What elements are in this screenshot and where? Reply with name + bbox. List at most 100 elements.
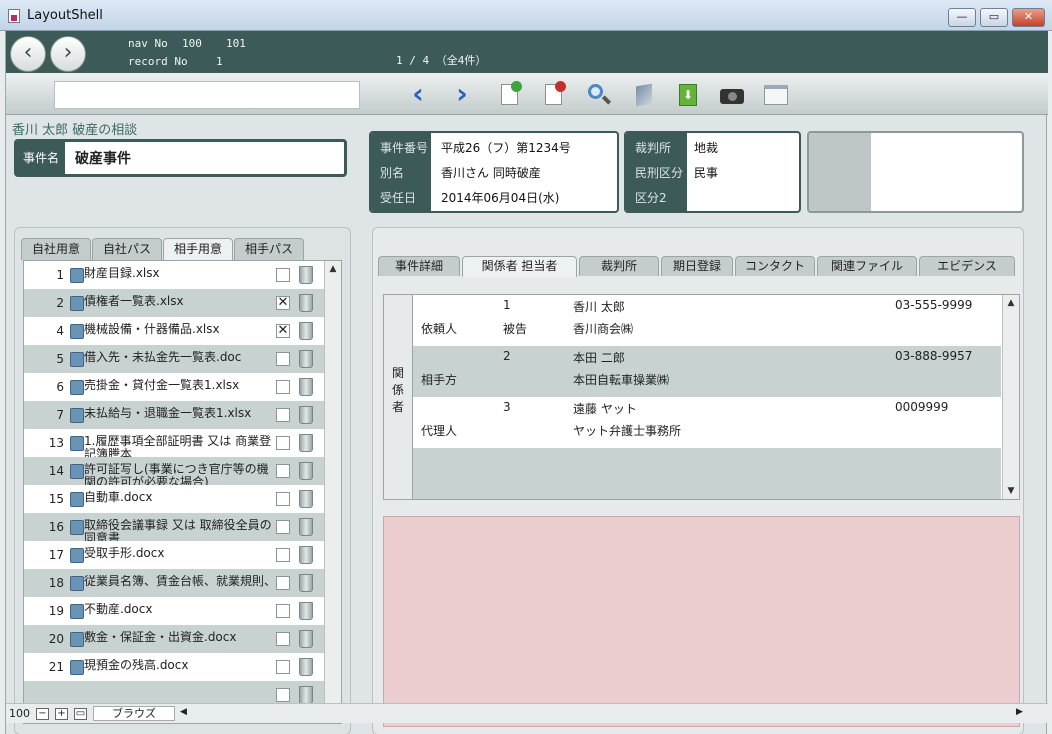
party-name[interactable]: 本田 二郎 (573, 349, 625, 366)
zoom-out-icon[interactable]: − (36, 708, 49, 720)
case-number-value[interactable]: 平成26（フ）第1234号 (441, 139, 571, 156)
export-button[interactable]: ⬇ (674, 81, 702, 109)
close-button[interactable]: ✕ (1012, 8, 1045, 27)
file-row[interactable]: 2 債権者一覧表.xlsx ✕ (24, 289, 324, 317)
case-name-field[interactable]: 事件名 破産事件 (14, 139, 347, 177)
party-organization[interactable]: ヤット弁護士事務所 (573, 422, 681, 439)
file-checkbox[interactable] (276, 352, 290, 366)
file-checkbox[interactable] (276, 464, 290, 478)
trash-icon[interactable] (299, 294, 313, 312)
file-name[interactable]: 不動産.docx (84, 603, 280, 625)
trash-icon[interactable] (299, 434, 313, 452)
file-checkbox[interactable] (276, 548, 290, 562)
mode-indicator[interactable]: ブラウズ (93, 706, 175, 721)
scroll-right-icon[interactable]: ▶ (1016, 707, 1023, 717)
tab-opponent-path[interactable]: 相手パス (234, 238, 304, 260)
maximize-button[interactable]: ▭ (980, 8, 1008, 27)
next-record-button[interactable]: › (448, 80, 476, 109)
file-checkbox[interactable]: ✕ (276, 296, 290, 310)
file-checkbox[interactable] (276, 632, 290, 646)
civil-criminal-value[interactable]: 民事 (694, 164, 718, 181)
trash-icon[interactable] (299, 406, 313, 424)
party-organization[interactable]: 香川商会㈱ (573, 320, 633, 337)
scroll-up-icon[interactable]: ▲ (1003, 295, 1019, 311)
party-organization[interactable]: 本田自転車操業㈱ (573, 371, 669, 388)
trash-icon[interactable] (299, 658, 313, 676)
file-name[interactable]: 未払給与・退職金一覧表1.xlsx (84, 407, 280, 429)
scroll-left-icon[interactable]: ◀ (180, 707, 187, 717)
accepted-date-value[interactable]: 2014年06月04日(水) (441, 189, 559, 206)
file-checkbox[interactable] (276, 268, 290, 282)
party-row[interactable]: 代理人 3 遠藤 ヤット ヤット弁護士事務所 0009999 (413, 397, 1001, 448)
file-name[interactable]: 機械設備・什器備品.xlsx (84, 323, 280, 345)
file-checkbox[interactable] (276, 604, 290, 618)
find-button[interactable] (584, 81, 612, 109)
file-row[interactable]: 15 自動車.docx (24, 485, 324, 513)
trash-icon[interactable] (299, 518, 313, 536)
prev-record-button[interactable]: ‹ (404, 80, 432, 109)
file-checkbox[interactable] (276, 688, 290, 702)
tab-case-details[interactable]: 事件詳細 (378, 256, 460, 276)
new-record-button[interactable] (496, 81, 524, 109)
file-name[interactable]: 受取手形.docx (84, 547, 280, 569)
trash-icon[interactable] (299, 630, 313, 648)
trash-icon[interactable] (299, 462, 313, 480)
quick-find-field[interactable] (54, 81, 360, 109)
tab-evidence[interactable]: エビデンス (919, 256, 1015, 276)
file-checkbox[interactable] (276, 408, 290, 422)
file-name[interactable]: 取締役会議事録 又は 取締役全員の同意書 (84, 519, 280, 541)
photo-box[interactable] (807, 131, 1024, 213)
file-row[interactable]: 19 不動産.docx (24, 597, 324, 625)
file-name[interactable]: 財産目録.xlsx (84, 267, 280, 289)
trash-icon[interactable] (299, 602, 313, 620)
tab-parties-staff[interactable]: 関係者 担当者 (462, 256, 577, 277)
trash-icon[interactable] (299, 350, 313, 368)
file-row[interactable]: 4 機械設備・什器備品.xlsx ✕ (24, 317, 324, 345)
file-name[interactable]: 債権者一覧表.xlsx (84, 295, 280, 317)
camera-button[interactable] (718, 81, 746, 109)
minimize-button[interactable]: — (948, 8, 976, 27)
scroll-up-icon[interactable]: ▲ (325, 261, 341, 277)
toggle-toolbar-icon[interactable]: ▭ (74, 708, 87, 720)
delete-record-button[interactable] (540, 81, 568, 109)
party-row[interactable] (413, 448, 1001, 499)
sort-button[interactable] (630, 81, 658, 109)
alias-value[interactable]: 香川さん 同時破産 (441, 164, 541, 181)
tab-contact[interactable]: コンタクト (735, 256, 815, 276)
file-name[interactable]: 自動車.docx (84, 491, 280, 513)
back-button[interactable]: ‹ (10, 36, 46, 72)
party-row[interactable]: 相手方 2 本田 二郎 本田自転車操業㈱ 03-888-9957 (413, 346, 1001, 397)
zoom-in-icon[interactable]: + (55, 708, 68, 720)
file-row[interactable]: 13 1.履歴事項全部証明書 又は 商業登記簿謄本 (24, 429, 324, 457)
file-checkbox[interactable] (276, 520, 290, 534)
tab-own-path[interactable]: 自社パス (92, 238, 162, 260)
court-value[interactable]: 地裁 (694, 139, 718, 156)
party-row[interactable]: 依頼人 1 被告 香川 太郎 香川商会㈱ 03-555-9999 (413, 295, 1001, 346)
file-checkbox[interactable] (276, 380, 290, 394)
forward-button[interactable]: › (50, 36, 86, 72)
file-name[interactable]: 1.履歴事項全部証明書 又は 商業登記簿謄本 (84, 435, 280, 457)
trash-icon[interactable] (299, 490, 313, 508)
file-row[interactable]: 5 借入先・未払金先一覧表.doc (24, 345, 324, 373)
party-phone[interactable]: 0009999 (895, 400, 948, 414)
file-row[interactable]: 16 取締役会議事録 又は 取締役全員の同意書 (24, 513, 324, 541)
tab-court[interactable]: 裁判所 (579, 256, 659, 276)
file-name[interactable]: 現預金の残高.docx (84, 659, 280, 681)
party-name[interactable]: 香川 太郎 (573, 298, 625, 315)
trash-icon[interactable] (299, 546, 313, 564)
trash-icon[interactable] (299, 574, 313, 592)
file-row[interactable]: 1 財産目録.xlsx (24, 261, 324, 289)
file-list-scrollbar[interactable]: ▲▼ (324, 261, 341, 723)
tab-own-prepared[interactable]: 自社用意 (21, 238, 91, 260)
browser-button[interactable] (762, 81, 790, 109)
file-row[interactable]: 17 受取手形.docx (24, 541, 324, 569)
file-checkbox[interactable] (276, 576, 290, 590)
file-checkbox[interactable] (276, 492, 290, 506)
file-row[interactable]: 20 敷金・保証金・出資金.docx (24, 625, 324, 653)
file-row[interactable]: 21 現預金の残高.docx (24, 653, 324, 681)
notes-area[interactable] (383, 516, 1020, 727)
file-checkbox[interactable] (276, 436, 290, 450)
party-phone[interactable]: 03-888-9957 (895, 349, 972, 363)
file-name[interactable]: 売掛金・貸付金一覧表1.xlsx (84, 379, 280, 401)
file-row[interactable]: 14 許可証写し(事業につき官庁等の機関の許可が必要な場合) (24, 457, 324, 485)
